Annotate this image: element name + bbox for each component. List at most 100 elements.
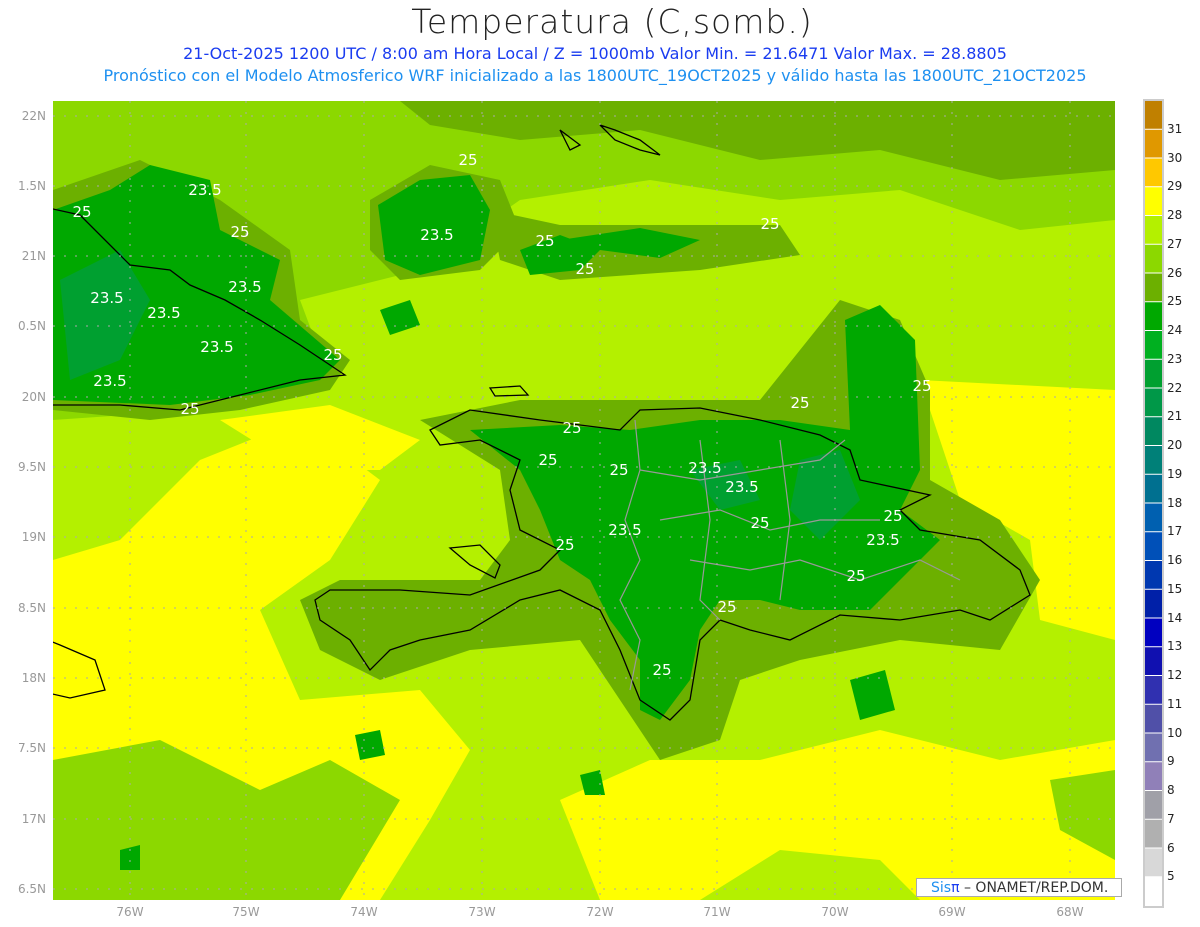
colorbar-label: 12 xyxy=(1167,668,1183,682)
colorbar-label: 24 xyxy=(1167,323,1183,337)
colorbar-swatch xyxy=(1145,877,1162,905)
colorbar-label: 23 xyxy=(1167,351,1183,366)
lon-label: 68W xyxy=(1056,905,1084,919)
colorbar-swatch xyxy=(1145,244,1162,273)
colorbar-label: 18 xyxy=(1167,495,1183,510)
colorbar-label: 17 xyxy=(1167,524,1183,539)
contour-label: 23.5 xyxy=(228,278,262,296)
colorbar-swatch xyxy=(1145,302,1162,330)
contour-label: 23.5 xyxy=(608,521,642,539)
colorbar-swatch xyxy=(1145,676,1162,704)
contour-label: 25 xyxy=(652,661,672,679)
credit-text: – ONAMET/REP.DOM. xyxy=(963,880,1109,896)
credit-pi: π xyxy=(951,880,960,896)
colorbar-swatch xyxy=(1145,561,1162,589)
colorbar-swatch xyxy=(1145,791,1162,819)
colorbar-label: 30 xyxy=(1167,150,1183,165)
contour-label: 25 xyxy=(72,203,92,221)
colorbar-swatch xyxy=(1145,848,1162,877)
contour-label: 25 xyxy=(790,394,810,412)
contour-label: 25 xyxy=(912,377,932,395)
lat-label: 18N xyxy=(21,671,46,685)
colorbar-swatch xyxy=(1145,129,1162,158)
colorbar-swatch xyxy=(1145,359,1162,388)
colorbar-swatch xyxy=(1145,647,1162,675)
colorbar-label: 19 xyxy=(1167,466,1183,481)
contour-label: 25 xyxy=(562,419,582,437)
colorbar-swatch xyxy=(1145,101,1162,129)
contour-label: 25 xyxy=(609,461,629,479)
contour-label: 23.5 xyxy=(725,478,759,496)
contour-label: 23.5 xyxy=(188,181,222,199)
colorbar-swatch xyxy=(1145,158,1162,187)
contour-label: 25 xyxy=(717,598,737,616)
colorbar-swatch xyxy=(1145,273,1162,302)
colorbar-label: 28 xyxy=(1167,208,1183,222)
colorbar-swatch xyxy=(1145,331,1162,359)
colorbar-label: 29 xyxy=(1167,179,1183,194)
contour-label: 25 xyxy=(180,400,200,418)
contour-label: 25 xyxy=(760,215,780,233)
contour-label: 23.5 xyxy=(866,531,900,549)
lat-label: 7.5N xyxy=(17,741,46,755)
contour-label: 23.5 xyxy=(90,289,124,307)
colorbar-swatch xyxy=(1145,388,1162,417)
lat-label: 1.5N xyxy=(17,179,46,193)
contour-label: 25 xyxy=(230,223,250,241)
lon-label: 76W xyxy=(116,905,144,919)
lon-label: 69W xyxy=(938,905,966,919)
lat-label: 8.5N xyxy=(17,601,46,615)
lon-label: 75W xyxy=(232,905,260,919)
contour-label: 23.5 xyxy=(200,338,234,356)
colorbar-label: 10 xyxy=(1167,725,1183,740)
colorbar-label: 13 xyxy=(1167,639,1183,654)
contour-label: 23.5 xyxy=(688,459,722,477)
colorbar-label: 26 xyxy=(1167,265,1183,280)
contour-label: 25 xyxy=(538,451,558,469)
colorbar-label: 27 xyxy=(1167,236,1183,251)
colorbar-label: 25 xyxy=(1167,294,1183,309)
colorbar-label: 22 xyxy=(1167,380,1183,395)
colorbar-label: 14 xyxy=(1167,610,1183,625)
colorbar-swatch xyxy=(1145,589,1162,618)
colorbar-swatch xyxy=(1145,733,1162,762)
colorbar-swatch xyxy=(1145,474,1162,503)
lat-label: 19N xyxy=(21,530,46,544)
contour-label: 25 xyxy=(750,514,770,532)
credit-sis: Sis xyxy=(931,880,952,896)
contour-label: 25 xyxy=(458,151,478,169)
contour-label: 23.5 xyxy=(147,304,181,322)
colorbar-label: 31 xyxy=(1167,121,1183,136)
colorbar-label: 5 xyxy=(1167,869,1175,884)
colorbar-label: 15 xyxy=(1167,581,1183,596)
colorbar-label: 16 xyxy=(1167,553,1183,567)
contour-label: 25 xyxy=(883,507,903,525)
colorbar-swatch xyxy=(1145,762,1162,790)
colorbar-swatch xyxy=(1145,187,1162,215)
contour-label: 23.5 xyxy=(93,372,127,390)
colorbar-swatch xyxy=(1145,618,1162,647)
contour-label: 25 xyxy=(575,260,595,278)
colorbar-label: 6 xyxy=(1167,840,1175,855)
colorbar-label: 8 xyxy=(1167,783,1175,797)
lat-label: 20N xyxy=(21,390,46,404)
lon-label: 73W xyxy=(468,905,496,919)
contour-label: 25 xyxy=(846,567,866,585)
colorbar-label: 7 xyxy=(1167,811,1175,826)
contour-label: 23.5 xyxy=(420,226,454,244)
lon-label: 71W xyxy=(703,905,731,919)
lat-label: 9.5N xyxy=(17,460,46,474)
colorbar-swatch xyxy=(1145,704,1162,733)
colorbar-swatch xyxy=(1145,532,1162,560)
contour-label: 25 xyxy=(323,346,343,364)
colorbar-label: 9 xyxy=(1167,754,1175,769)
lon-label: 72W xyxy=(586,905,614,919)
lon-label: 70W xyxy=(821,905,849,919)
lat-label: 22N xyxy=(21,109,46,123)
colorbar xyxy=(1143,99,1164,908)
colorbar-label: 20 xyxy=(1167,438,1183,452)
lat-label: 0.5N xyxy=(17,319,46,333)
colorbar-swatch xyxy=(1145,819,1162,848)
credit-box: Sisπ – ONAMET/REP.DOM. xyxy=(916,878,1122,897)
lon-label: 74W xyxy=(350,905,378,919)
